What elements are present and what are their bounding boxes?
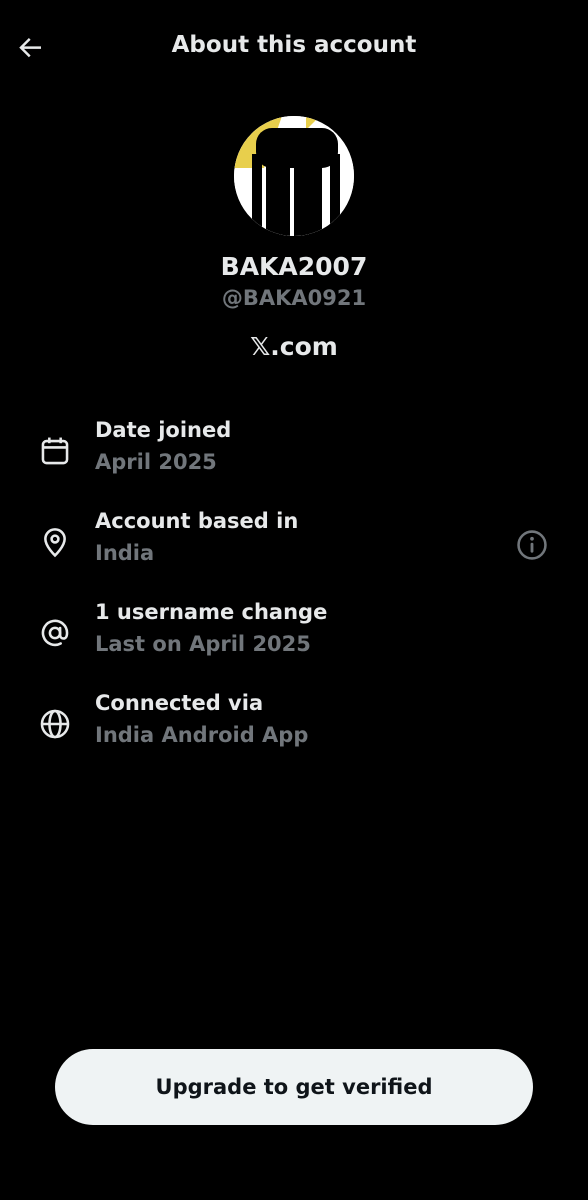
display-name: BAKA2007 [220, 252, 368, 281]
calendar-icon [41, 437, 69, 465]
upgrade-button-label: Upgrade to get verified [155, 1075, 433, 1099]
detail-row-date-joined: Date joined April 2025 [0, 418, 588, 488]
username-handle: @BAKA0921 [221, 286, 367, 310]
detail-value: India [95, 541, 155, 565]
site-link[interactable]: 𝕏.com [0, 332, 588, 361]
detail-row-connected-via: Connected via India Android App [0, 691, 588, 761]
detail-title: Connected via [95, 691, 264, 715]
globe-icon [40, 709, 70, 739]
detail-value: Last on April 2025 [95, 632, 311, 656]
avatar[interactable] [234, 116, 354, 236]
info-icon[interactable] [515, 528, 549, 562]
detail-title: Date joined [95, 418, 232, 442]
detail-value: April 2025 [95, 450, 217, 474]
detail-title: Account based in [95, 509, 299, 533]
upgrade-verified-button[interactable]: Upgrade to get verified [55, 1049, 533, 1125]
page-title: About this account [171, 32, 417, 58]
location-pin-icon [44, 528, 66, 558]
at-sign-icon [41, 619, 69, 647]
top-bar: About this account [0, 0, 588, 96]
detail-row-account-location: Account based in India [0, 509, 588, 579]
detail-title: 1 username change [95, 600, 328, 624]
detail-row-username-changes: 1 username change Last on April 2025 [0, 600, 588, 670]
avatar-silhouette-icon [234, 116, 354, 236]
detail-value: India Android App [95, 723, 309, 747]
